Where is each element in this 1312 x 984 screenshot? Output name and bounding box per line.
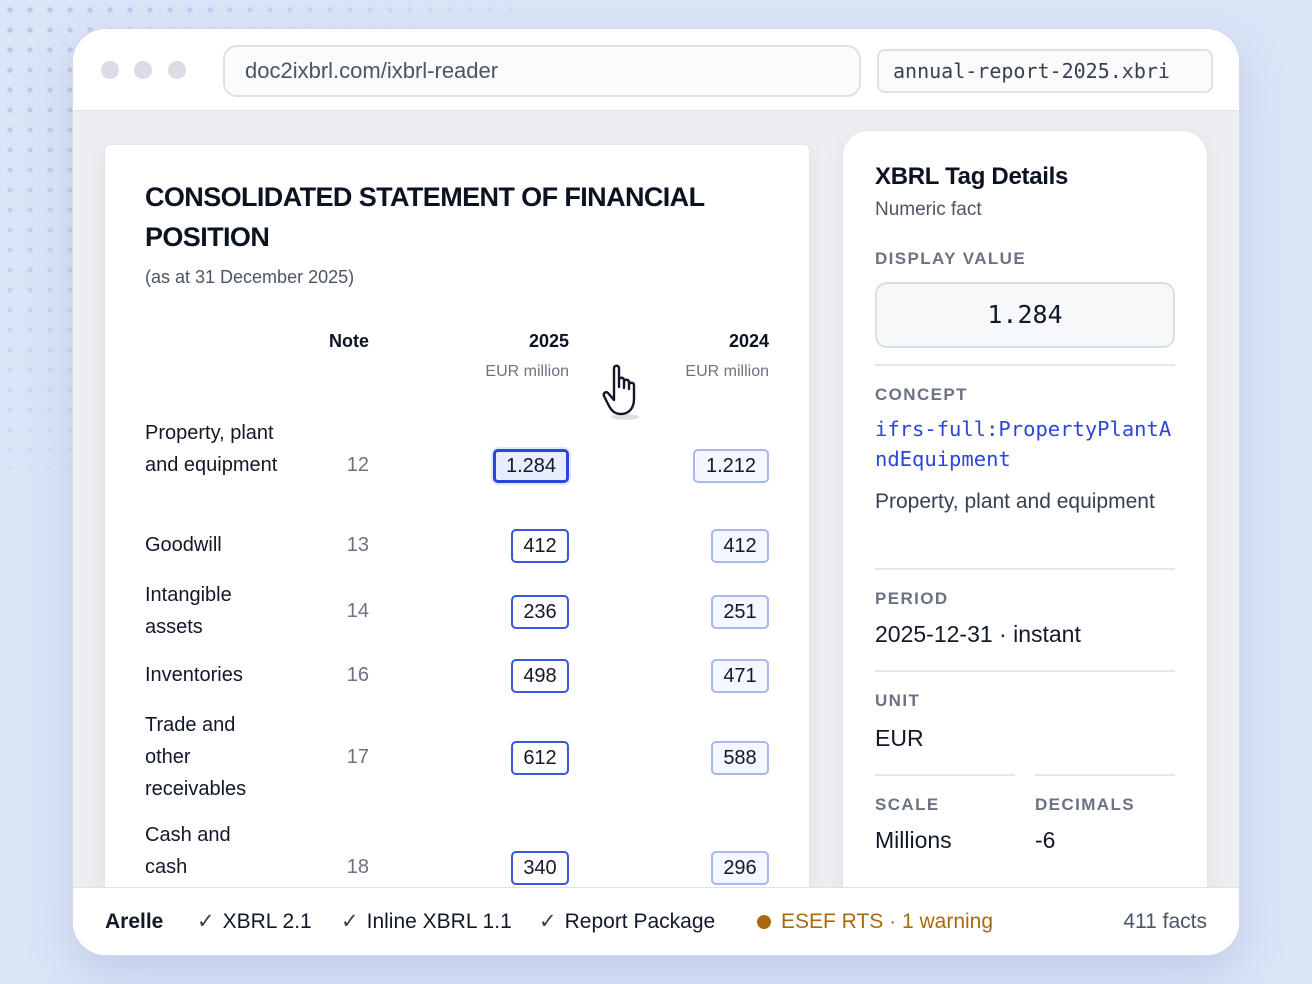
- check-label: Inline XBRL 1.1: [366, 910, 512, 933]
- check-icon: ✓: [539, 910, 557, 933]
- window-control-close[interactable]: [101, 61, 119, 79]
- warning-dot-icon: [757, 915, 771, 929]
- tagged-value-goodwill-2025[interactable]: 412: [511, 529, 569, 563]
- address-bar[interactable]: doc2ixbrl.com/ixbrl-reader: [223, 45, 861, 97]
- check-report-package: ✓ Report Package: [539, 888, 716, 955]
- tagged-value-inventories-2024[interactable]: 471: [711, 659, 769, 693]
- validation-status-bar: Arelle ✓ XBRL 2.1 ✓ Inline XBRL 1.1 ✓ Repor…: [73, 887, 1239, 955]
- hand-pointer-cursor-icon: [602, 364, 639, 420]
- browser-window: doc2ixbrl.com/ixbrl-reader annual-report…: [72, 28, 1240, 956]
- row-label-trade-receivables: Trade and other receivables: [145, 714, 247, 800]
- concept-description: Property, plant and equipment: [875, 490, 1155, 513]
- divider: [875, 364, 1175, 366]
- column-header-note: Note: [329, 331, 369, 351]
- tagged-value-inventories-2025[interactable]: 498: [511, 659, 569, 693]
- column-unit-current: EUR million: [485, 363, 569, 380]
- row-note: 13: [346, 534, 369, 556]
- tagged-value-goodwill-2024[interactable]: 412: [711, 529, 769, 563]
- esef-warning-item[interactable]: ESEF RTS · 1 warning: [757, 888, 994, 955]
- period-value: 2025-12-31 · instant: [875, 621, 1081, 647]
- row-label-cash: Cash and cash: [145, 824, 231, 878]
- check-inline-xbrl-11: ✓ Inline XBRL 1.1: [341, 888, 512, 955]
- decimals-value: -6: [1035, 827, 1056, 853]
- row-label-goodwill: Goodwill: [145, 534, 222, 556]
- window-control-minimize[interactable]: [134, 61, 152, 79]
- tagged-value-intangibles-2024[interactable]: 251: [711, 595, 769, 629]
- row-note: 18: [346, 856, 369, 878]
- panel-title: XBRL Tag Details: [875, 163, 1069, 190]
- validator-brand: Arelle: [105, 910, 164, 933]
- concept-label: CONCEPT: [875, 385, 968, 404]
- row-note: 12: [346, 454, 369, 476]
- column-header-current-year: 2025: [528, 331, 569, 351]
- unit-value: EUR: [875, 725, 924, 751]
- column-unit-prior: EUR million: [685, 363, 769, 380]
- check-icon: ✓: [341, 910, 359, 933]
- tagged-value-ppe-2024[interactable]: 1.212: [693, 449, 769, 483]
- tagged-value-receivables-2024[interactable]: 588: [711, 741, 769, 775]
- window-control-maximize[interactable]: [168, 61, 186, 79]
- warning-label: ESEF RTS · 1 warning: [781, 910, 994, 933]
- facts-count: 411 facts: [1123, 910, 1207, 933]
- tagged-value-receivables-2025[interactable]: 612: [511, 741, 569, 775]
- tagged-value-ppe-2025-selected[interactable]: 1.284: [493, 449, 569, 483]
- check-icon: ✓: [197, 910, 215, 933]
- tagged-value-cash-2025[interactable]: 340: [511, 851, 569, 885]
- row-note: 16: [346, 664, 369, 686]
- period-label: PERIOD: [875, 589, 949, 608]
- xbrl-tag-details-panel: XBRL Tag Details Numeric fact DISPLAY VA…: [842, 130, 1208, 920]
- divider: [875, 568, 1175, 570]
- display-value-label: DISPLAY VALUE: [875, 249, 1027, 268]
- row-label-intangible-assets: Intangible assets: [145, 584, 232, 638]
- divider: [1035, 774, 1175, 776]
- tagged-value-cash-2024[interactable]: 296: [711, 851, 769, 885]
- file-name-field[interactable]: annual-report-2025.xbri: [877, 49, 1213, 93]
- divider: [875, 670, 1175, 672]
- check-xbrl-21: ✓ XBRL 2.1: [197, 888, 312, 955]
- financial-statement-document: CONSOLIDATED STATEMENT OF FINANCIAL POSI…: [104, 144, 810, 904]
- divider: [875, 774, 1015, 776]
- row-note: 14: [346, 600, 369, 622]
- check-label: XBRL 2.1: [222, 910, 312, 933]
- concept-qname-link[interactable]: ifrs-full:PropertyPlantAndEquipment: [875, 414, 1179, 474]
- check-label: Report Package: [564, 910, 716, 933]
- fact-type: Numeric fact: [875, 199, 982, 220]
- row-label-property-plant-equipment: Property, plant and equipment: [145, 422, 278, 476]
- statement-subtitle: (as at 31 December 2025): [145, 267, 355, 287]
- scale-label: SCALE: [875, 795, 940, 814]
- statement-title: CONSOLIDATED STATEMENT OF FINANCIAL POSI…: [145, 182, 705, 252]
- title-bar: doc2ixbrl.com/ixbrl-reader annual-report…: [73, 29, 1239, 111]
- column-header-prior-year: 2024: [728, 331, 769, 351]
- decimals-label: DECIMALS: [1035, 795, 1135, 814]
- tagged-value-intangibles-2025[interactable]: 236: [511, 595, 569, 629]
- unit-label: UNIT: [875, 691, 921, 710]
- row-note: 17: [346, 746, 369, 768]
- display-value-field: 1.284: [875, 282, 1175, 348]
- scale-value: Millions: [875, 827, 952, 853]
- row-label-inventories: Inventories: [145, 664, 243, 686]
